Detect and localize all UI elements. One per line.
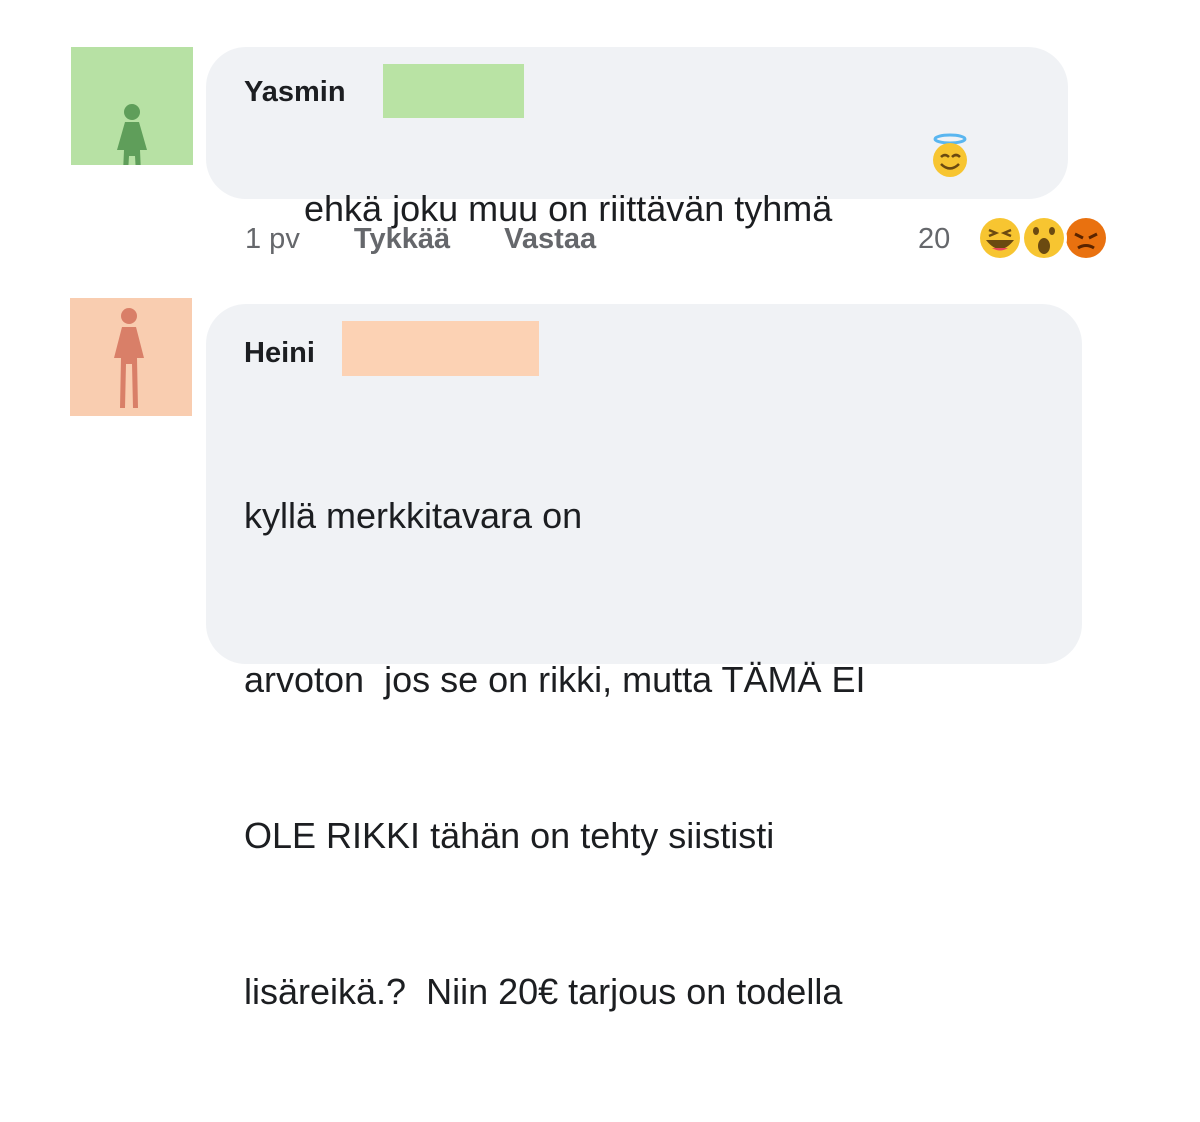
comment-text-line: arvoton jos se on rikki, mutta TÄMÄ EI: [244, 659, 866, 700]
comment-text-line: kyllä merkkitavara on: [244, 495, 583, 536]
author-name[interactable]: Heini: [244, 336, 315, 370]
redacted-surname: [342, 321, 539, 376]
comment-bubble: Heini kyllä merkkitavara on arvoton jos …: [206, 304, 1082, 1012]
comment-text: kyllä merkkitavara on arvoton jos se on …: [244, 386, 866, 1122]
female-figure-icon: [70, 298, 192, 416]
avatar[interactable]: [70, 298, 192, 416]
comment-text-line: OLE RIKKI tähän on tehty siististi: [244, 815, 775, 856]
comment-text-line: lisäreikä.? Niin 20€ tarjous on todella: [244, 971, 843, 1012]
comment-heini: Heini kyllä merkkitavara on arvoton jos …: [0, 0, 1200, 1012]
